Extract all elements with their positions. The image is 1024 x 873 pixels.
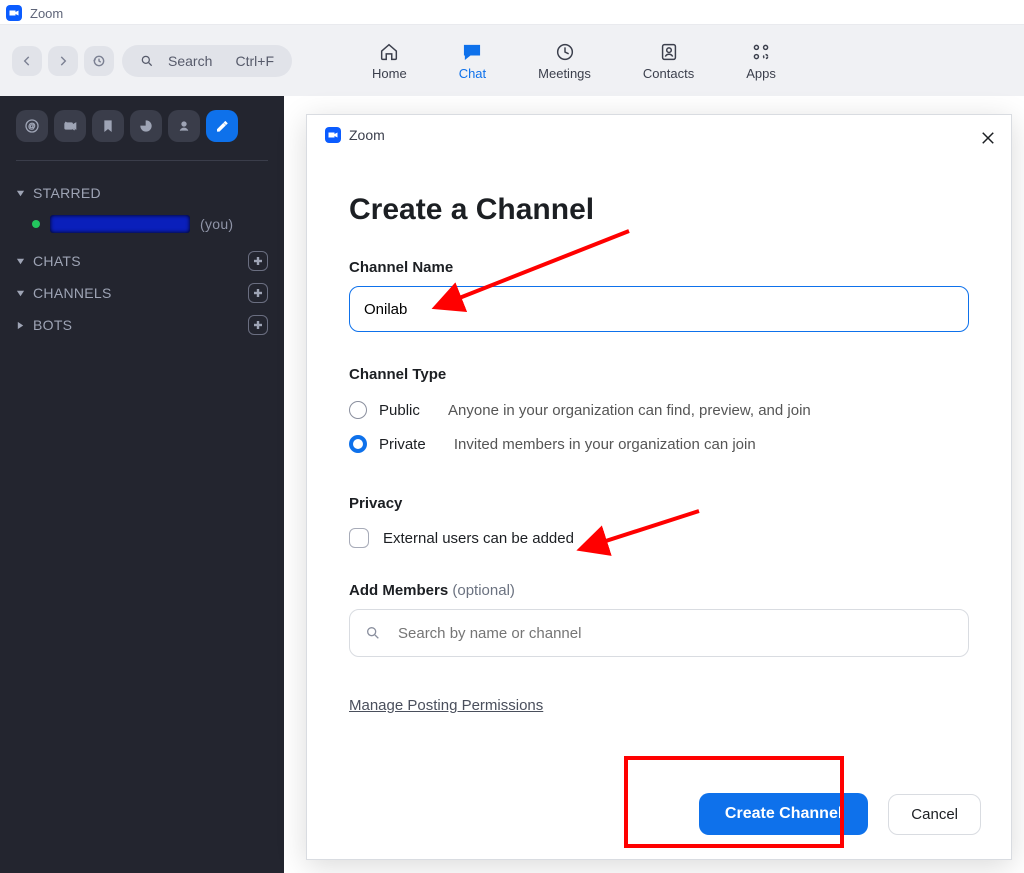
tab-meetings[interactable]: Meetings (538, 41, 591, 81)
nav-back-button[interactable] (12, 46, 42, 76)
global-search[interactable]: Search Ctrl+F (122, 45, 292, 77)
zoom-logo-icon (6, 5, 22, 21)
channel-type-public[interactable]: Public Anyone in your organization can f… (349, 393, 969, 427)
tab-chat[interactable]: Chat (459, 41, 486, 81)
dialog-titlebar: Zoom (325, 127, 993, 143)
create-channel-dialog: Zoom Create a Channel Channel Name Chann… (306, 114, 1012, 860)
dialog-close-button[interactable] (979, 129, 997, 152)
presence-online-icon (32, 220, 40, 228)
cancel-button[interactable]: Cancel (888, 794, 981, 835)
sidebar-group-starred[interactable]: STARRED (16, 179, 268, 207)
nav-forward-button[interactable] (48, 46, 78, 76)
toolbar: Search Ctrl+F Home Chat Meetings Contact… (0, 24, 1024, 96)
bookmarks-button[interactable] (92, 110, 124, 142)
add-channel-button[interactable] (248, 283, 268, 303)
channel-type-label: Channel Type (349, 366, 969, 383)
compose-button[interactable] (206, 110, 238, 142)
sidebar-item-self[interactable]: (you) (16, 207, 268, 245)
add-bot-button[interactable] (248, 315, 268, 335)
dialog-heading: Create a Channel (349, 193, 969, 227)
close-icon (979, 129, 997, 147)
chat-icon (461, 41, 483, 63)
redacted-name (50, 215, 190, 233)
dialog-window-title: Zoom (349, 127, 385, 143)
chevron-down-icon (16, 289, 25, 298)
chevron-right-icon (16, 321, 25, 330)
app-title: Zoom (30, 6, 63, 21)
radio-selected-icon (349, 435, 367, 453)
svg-text:@: @ (28, 122, 36, 131)
search-icon (140, 54, 154, 68)
tab-apps[interactable]: Apps (746, 41, 776, 81)
checkbox-unchecked-icon (349, 528, 369, 548)
missed-calls-button[interactable] (54, 110, 86, 142)
radio-unselected-icon (349, 401, 367, 419)
channel-name-input[interactable] (349, 286, 969, 332)
chevron-down-icon (16, 189, 25, 198)
home-icon (378, 41, 400, 63)
contacts-icon (658, 41, 680, 63)
tab-home[interactable]: Home (372, 41, 407, 81)
you-suffix: (you) (200, 216, 233, 232)
external-users-label: External users can be added (383, 530, 574, 547)
files-button[interactable] (130, 110, 162, 142)
nav-history-button[interactable] (84, 46, 114, 76)
private-desc: Invited members in your organization can… (454, 436, 756, 453)
public-desc: Anyone in your organization can find, pr… (448, 402, 811, 419)
external-users-row[interactable]: External users can be added (349, 522, 969, 548)
channel-type-private[interactable]: Private Invited members in your organiza… (349, 427, 969, 461)
zoom-logo-icon (325, 127, 341, 143)
content-area: Zoom Create a Channel Channel Name Chann… (284, 96, 1024, 873)
search-shortcut: Ctrl+F (236, 53, 275, 69)
mentions-filter-button[interactable]: @ (16, 110, 48, 142)
sidebar-group-channels[interactable]: CHANNELS (16, 277, 268, 309)
search-icon (365, 625, 381, 641)
chat-sidebar: @ STARRED (you) CHATS CHANNELS (0, 96, 284, 873)
search-placeholder: Search (168, 53, 212, 69)
tab-contacts[interactable]: Contacts (643, 41, 694, 81)
private-label: Private (379, 436, 426, 453)
add-chat-button[interactable] (248, 251, 268, 271)
privacy-label: Privacy (349, 495, 969, 512)
contact-requests-button[interactable] (168, 110, 200, 142)
titlebar: Zoom (0, 0, 1024, 24)
add-members-input[interactable] (349, 609, 969, 657)
public-label: Public (379, 402, 420, 419)
clock-icon (554, 41, 576, 63)
channel-name-label: Channel Name (349, 259, 969, 276)
manage-permissions-link[interactable]: Manage Posting Permissions (349, 697, 543, 714)
apps-icon (750, 41, 772, 63)
annotation-highlight-box (624, 756, 844, 848)
sidebar-group-chats[interactable]: CHATS (16, 245, 268, 277)
sidebar-group-bots[interactable]: BOTS (16, 309, 268, 341)
add-members-label: Add Members (optional) (349, 582, 969, 599)
chevron-down-icon (16, 257, 25, 266)
